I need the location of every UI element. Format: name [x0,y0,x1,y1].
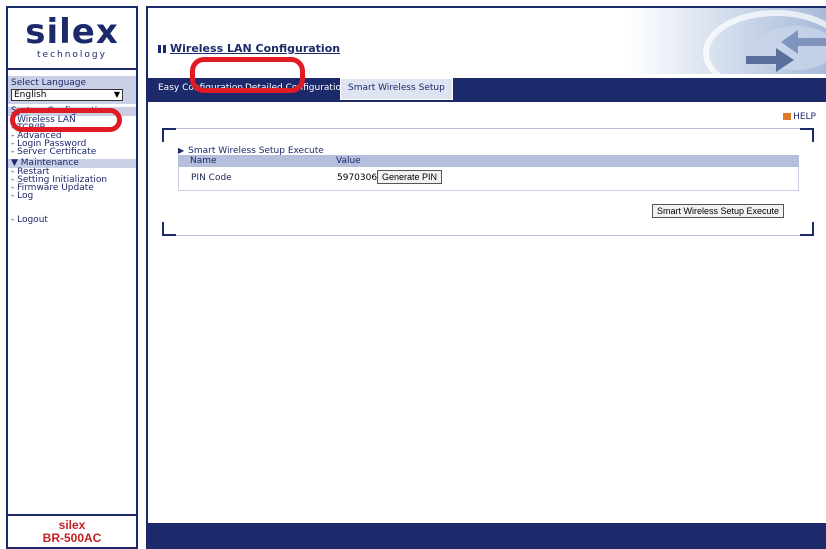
help-icon [783,113,792,120]
language-section: Select Language English ▼ [8,76,136,104]
logo-subtitle: technology [37,50,107,60]
highlight-ring-tab [190,57,305,93]
page-title-text: Wireless LAN Configuration [170,42,341,55]
model-box: silex BR-500AC [8,514,136,547]
nav-logout[interactable]: - Logout [8,216,136,225]
triangle-bullet-icon: ▶ [178,146,185,155]
language-select[interactable]: English ▼ [11,89,123,101]
page-title: Wireless LAN Configuration [158,42,340,55]
maintenance-section: ▼ Maintenance - Restart - Setting Initia… [8,159,136,201]
help-link[interactable]: HELP [783,112,816,122]
frame-divider [176,235,800,236]
language-value: English [14,90,47,100]
nav-server-certificate[interactable]: - Server Certificate [8,148,136,157]
highlight-ring-nav [10,108,122,132]
dropdown-arrow-icon: ▼ [113,90,120,99]
model-name: BR-500AC [42,531,102,545]
column-header-value: Value [336,156,361,166]
smart-wireless-setup-execute-button[interactable]: Smart Wireless Setup Execute [652,204,785,218]
table-row: PIN Code 59703068 Generate PIN [178,167,799,191]
frame-corner [800,222,814,236]
frame-corner [800,128,814,142]
header-decoration [626,8,826,74]
generate-pin-button[interactable]: Generate PIN [377,170,443,184]
help-label: HELP [793,112,816,122]
column-header-name: Name [190,156,217,166]
tab-smart-wireless-setup[interactable]: Smart Wireless Setup [340,78,453,100]
frame-corner [162,222,176,236]
title-mark-icon [158,45,166,53]
pin-code-value: 59703068 [337,173,383,183]
table-header: Name Value [178,155,799,167]
pin-code-label: PIN Code [191,173,232,183]
frame-corner [162,128,176,142]
settings-table: Name Value PIN Code 59703068 Generate PI… [178,155,799,191]
language-label: Select Language [11,78,87,88]
frame-divider [176,128,800,129]
logo: silex technology [8,8,136,70]
sidebar: silex technology Select Language English… [6,6,138,549]
footer-bar [148,523,826,549]
nav-log[interactable]: - Log [8,192,136,201]
logo-text: silex [25,12,119,52]
content-frame: ▶ Smart Wireless Setup Execute Name Value… [162,128,814,236]
